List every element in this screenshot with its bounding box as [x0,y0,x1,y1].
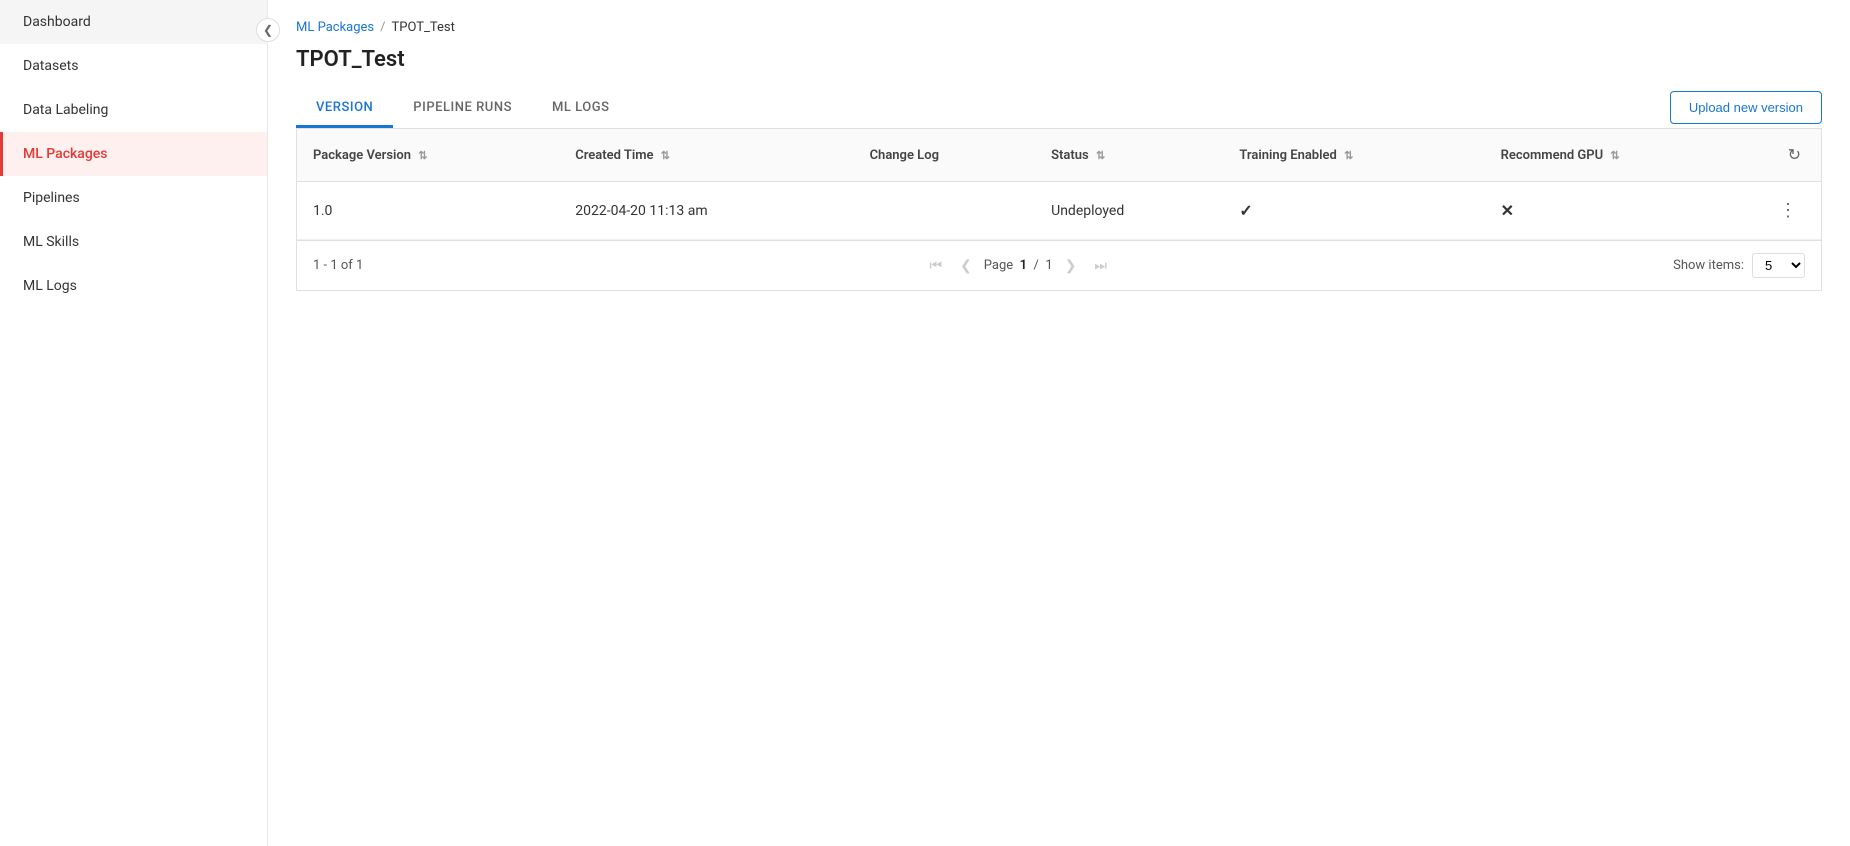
last-page-button[interactable]: ⏭ [1088,253,1113,278]
sidebar-item-label: ML Skills [23,234,79,250]
sidebar-item-ml-logs[interactable]: ML Logs [0,264,267,308]
page-label: Page 1 / 1 [984,258,1053,273]
th-label-status: Status [1051,148,1089,163]
sort-icon-recommend-gpu: ⇅ [1610,149,1619,162]
td-training-enabled: ✓ [1223,182,1484,240]
sort-icon-training-enabled: ⇅ [1344,149,1353,162]
sidebar-item-pipelines[interactable]: Pipelines [0,176,267,220]
th-training-enabled[interactable]: Training Enabled ⇅ [1223,129,1484,182]
sidebar-item-data-labeling[interactable]: Data Labeling [0,88,267,132]
th-status[interactable]: Status ⇅ [1035,129,1223,182]
versions-table: Package Version ⇅ Created Time ⇅ Change … [297,129,1821,240]
tab-ml-logs[interactable]: ML LOGS [532,90,630,128]
td-status: Undeployed [1035,182,1223,240]
prev-page-button[interactable]: ❮ [954,253,978,278]
sidebar-item-label: ML Packages [23,146,108,162]
sidebar-item-datasets[interactable]: Datasets [0,44,267,88]
sort-icon-created-time: ⇅ [661,149,670,162]
td-created-time: 2022-04-20 11:13 am [559,182,853,240]
sort-icon-status: ⇅ [1096,149,1105,162]
breadcrumb-separator: / [380,20,385,35]
content-area: ML Packages / TPOT_Test TPOT_Test VERSIO… [268,0,1850,846]
current-page-num: 1 [1020,258,1027,273]
sidebar-item-ml-skills[interactable]: ML Skills [0,220,267,264]
td-change-log [854,182,1036,240]
th-change-log: Change Log [854,129,1036,182]
sidebar-item-label: ML Logs [23,278,77,294]
show-items-label: Show items: [1673,258,1744,273]
pagination-row: 1 - 1 of 1 ⏮ ❮ Page 1 / 1 ❯ ⏭ Show items… [297,240,1821,290]
page-separator: / [1034,258,1039,273]
refresh-button[interactable]: ↻ [1784,141,1805,169]
table-row: 1.0 2022-04-20 11:13 am Undeployed ✓ ✕ ⋮ [297,182,1821,240]
th-label-package-version: Package Version [313,148,411,163]
first-page-button[interactable]: ⏮ [923,253,948,278]
tabs: VERSION PIPELINE RUNS ML LOGS [296,90,630,128]
th-package-version[interactable]: Package Version ⇅ [297,129,559,182]
td-package-version: 1.0 [297,182,559,240]
row-more-options-button[interactable]: ⋮ [1771,196,1805,225]
show-items-select[interactable]: 5 10 20 50 [1752,253,1805,278]
sidebar-item-label: Datasets [23,58,78,74]
th-label-created-time: Created Time [575,148,653,163]
versions-table-container: Package Version ⇅ Created Time ⇅ Change … [296,129,1822,291]
upload-new-version-button[interactable]: Upload new version [1670,91,1822,124]
page-text: Page [984,258,1013,273]
sidebar-item-label: Pipelines [23,190,80,206]
tab-version[interactable]: VERSION [296,90,393,128]
tab-pipeline-runs[interactable]: PIPELINE RUNS [393,90,532,128]
sidebar-collapse-button[interactable]: ❮ [256,18,280,42]
th-label-recommend-gpu: Recommend GPU [1501,148,1604,163]
page-title: TPOT_Test [296,47,1822,72]
total-pages: 1 [1045,258,1052,273]
th-actions: ↻ [1755,129,1821,182]
show-items-control: Show items: 5 10 20 50 [1673,253,1805,278]
th-created-time[interactable]: Created Time ⇅ [559,129,853,182]
th-recommend-gpu[interactable]: Recommend GPU ⇅ [1485,129,1755,182]
pagination-range: 1 - 1 of 1 [313,258,363,273]
sort-icon-package-version: ⇅ [418,149,427,162]
recommend-gpu-x-icon: ✕ [1501,201,1514,220]
sidebar-item-ml-packages[interactable]: ML Packages [0,132,267,176]
training-enabled-check-icon: ✓ [1239,201,1252,220]
th-label-training-enabled: Training Enabled [1239,148,1336,163]
td-row-actions: ⋮ [1755,182,1821,240]
table-header-row: Package Version ⇅ Created Time ⇅ Change … [297,129,1821,182]
breadcrumb-ml-packages-link[interactable]: ML Packages [296,20,374,35]
breadcrumb: ML Packages / TPOT_Test [296,20,1822,35]
sidebar-item-label: Dashboard [23,14,91,30]
pagination-controls: ⏮ ❮ Page 1 / 1 ❯ ⏭ [923,253,1113,278]
td-recommend-gpu: ✕ [1485,182,1755,240]
tabs-row: VERSION PIPELINE RUNS ML LOGS Upload new… [296,90,1822,129]
sidebar: ❮ Dashboard Datasets Data Labeling ML Pa… [0,0,268,846]
main-content: ML Packages / TPOT_Test TPOT_Test VERSIO… [268,0,1850,846]
sidebar-item-dashboard[interactable]: Dashboard [0,0,267,44]
breadcrumb-current: TPOT_Test [392,20,455,35]
next-page-button[interactable]: ❯ [1059,253,1083,278]
th-label-change-log: Change Log [870,148,939,163]
sidebar-item-label: Data Labeling [23,102,108,118]
